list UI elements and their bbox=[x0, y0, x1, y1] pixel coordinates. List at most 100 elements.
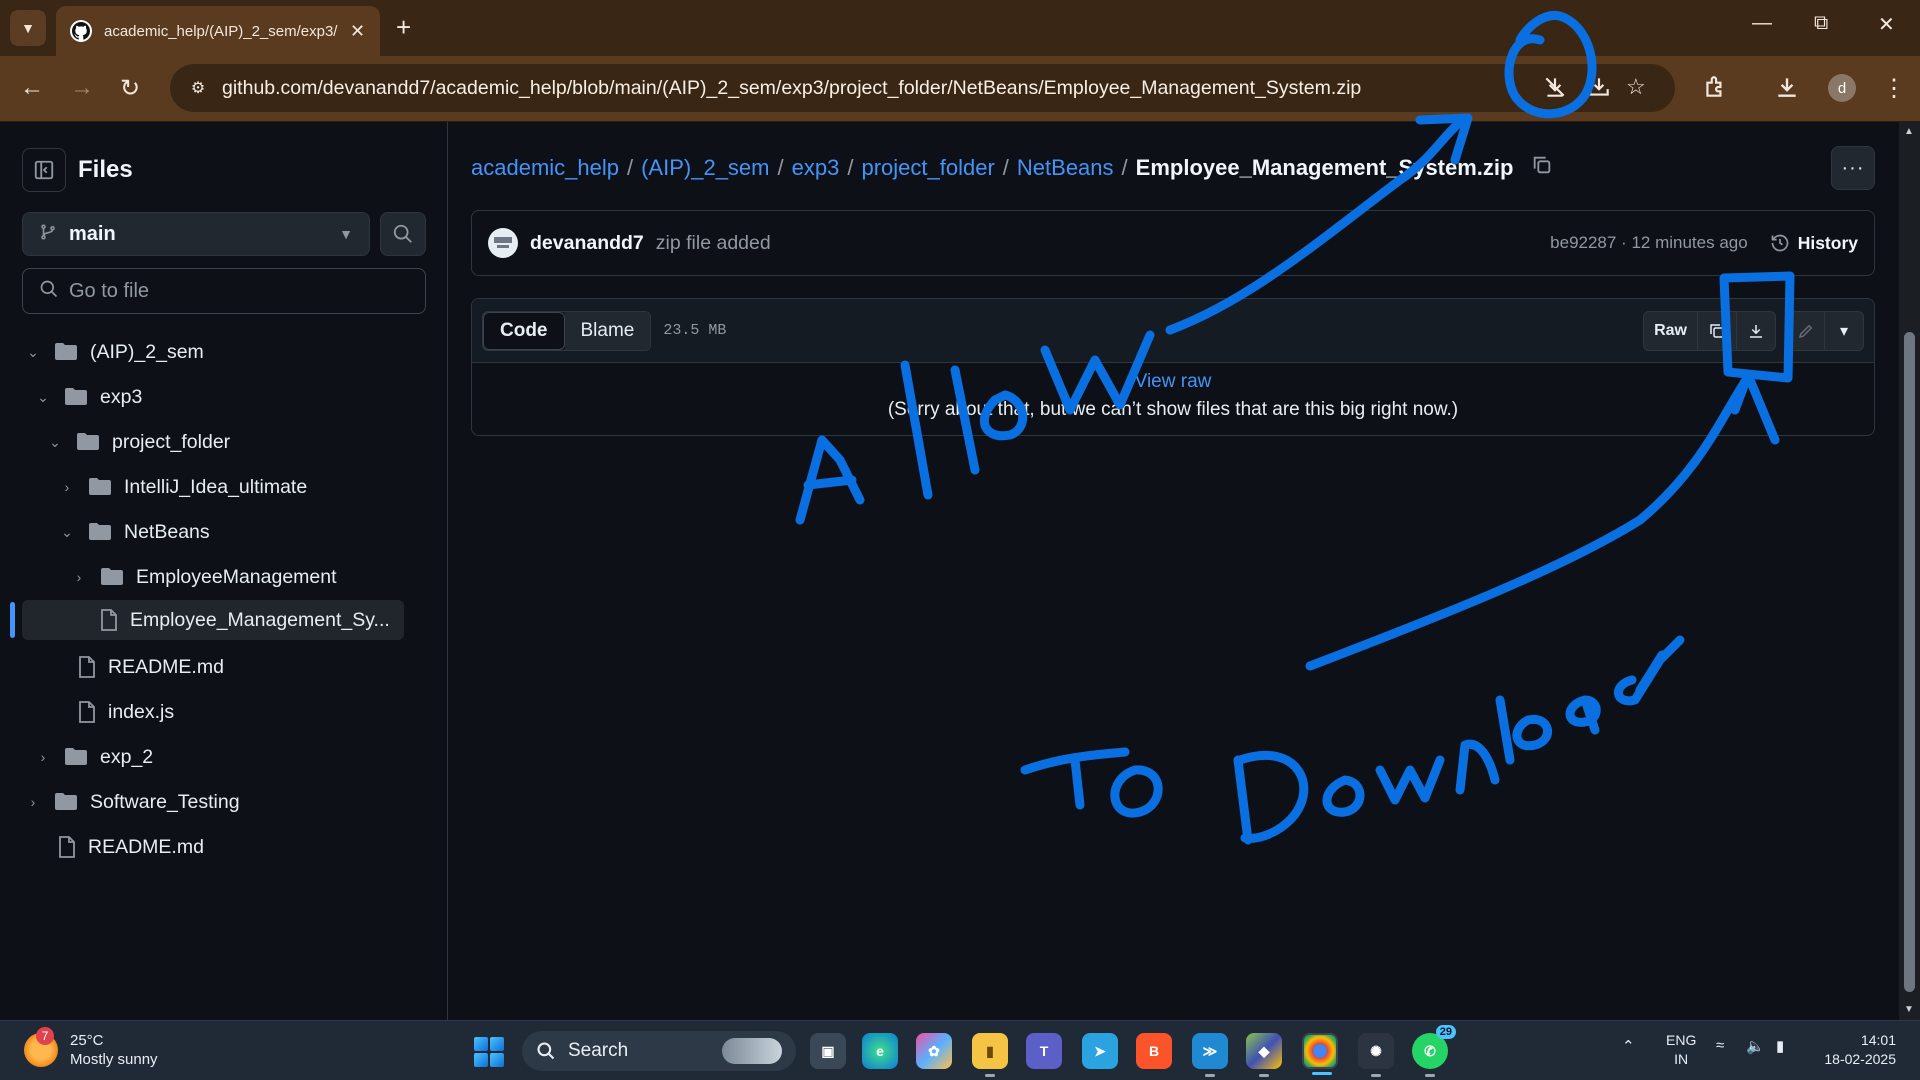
extensions-icon[interactable] bbox=[1702, 74, 1728, 107]
download-raw-icon[interactable] bbox=[1737, 312, 1775, 350]
tree-file-root-readme[interactable]: README.md bbox=[44, 827, 424, 867]
install-app-icon[interactable] bbox=[1586, 74, 1612, 106]
new-tab-button[interactable]: + bbox=[396, 12, 411, 43]
file-size: 23.5 MB bbox=[663, 322, 727, 339]
scroll-up-arrow[interactable]: ▲ bbox=[1904, 126, 1914, 137]
restore-button[interactable]: ⧉ bbox=[1814, 12, 1828, 35]
copilot-icon[interactable]: ✿ bbox=[916, 1033, 952, 1069]
avatar[interactable] bbox=[488, 228, 518, 258]
tab-search-button[interactable]: ▼ bbox=[10, 10, 46, 46]
breadcrumb-current-file: Employee_Management_System.zip bbox=[1135, 155, 1514, 180]
edge-browser-icon[interactable]: e bbox=[862, 1033, 898, 1069]
bookmark-star-icon[interactable]: ☆ bbox=[1626, 74, 1646, 100]
tree-folder-aip-2-sem[interactable]: ⌄ (AIP)_2_sem bbox=[24, 332, 424, 372]
file-view: academic_help / (AIP)_2_sem / exp3/ projec… bbox=[449, 122, 1899, 1020]
view-raw-link[interactable]: View raw bbox=[472, 371, 1874, 393]
breadcrumb-link-project-folder[interactable]: project_folder bbox=[861, 155, 994, 181]
taskbar-search[interactable]: Search bbox=[522, 1031, 796, 1071]
file-actions: Raw ▾ bbox=[1643, 311, 1864, 351]
tree-folder-employeemanagement[interactable]: › EmployeeManagement bbox=[70, 557, 424, 597]
tree-folder-exp2[interactable]: › exp_2 bbox=[34, 737, 424, 777]
chevron-down-icon: ⌄ bbox=[37, 388, 49, 405]
go-to-file-field[interactable] bbox=[22, 268, 426, 314]
weather-desc: Mostly sunny bbox=[70, 1051, 158, 1068]
file-icon bbox=[78, 656, 96, 678]
history-button[interactable]: History bbox=[1770, 233, 1858, 254]
clock-time: 14:01 bbox=[1860, 1032, 1896, 1048]
more-options-button[interactable]: ··· bbox=[1831, 146, 1875, 190]
copy-path-icon[interactable] bbox=[1531, 154, 1553, 182]
downloads-icon[interactable] bbox=[1774, 74, 1800, 107]
tree-folder-software-testing[interactable]: › Software_Testing bbox=[24, 782, 424, 822]
volume-icon[interactable]: 🔈 bbox=[1746, 1037, 1765, 1055]
breadcrumb-link-repo[interactable]: academic_help bbox=[471, 155, 619, 181]
latest-commit-bar: devanandd7 zip file added be92287 · 12 m… bbox=[471, 210, 1875, 276]
show-hidden-icons-chevron-icon[interactable]: ⌃ bbox=[1622, 1037, 1635, 1055]
commit-author[interactable]: devanandd7 bbox=[530, 232, 644, 255]
tree-label: README.md bbox=[108, 655, 224, 678]
browser-toolbar: ← → ↻ ⚙ github.com/devanandd7/academic_h… bbox=[0, 56, 1920, 122]
task-view-icon[interactable]: ▣ bbox=[810, 1033, 846, 1069]
weather-widget[interactable]: 7 25°C Mostly sunny bbox=[24, 1027, 158, 1069]
breadcrumb-link-aip[interactable]: (AIP)_2_sem bbox=[641, 155, 769, 181]
vscode-icon[interactable]: ≫ bbox=[1192, 1033, 1228, 1077]
language-indicator[interactable]: ENG IN bbox=[1666, 1031, 1696, 1069]
tree-label: exp3 bbox=[100, 385, 143, 408]
system-clock[interactable]: 14:01 18-02-2025 bbox=[1816, 1031, 1896, 1069]
back-button[interactable]: ← bbox=[20, 74, 44, 102]
breadcrumb-link-netbeans[interactable]: NetBeans bbox=[1017, 155, 1114, 181]
close-window-button[interactable]: ✕ bbox=[1878, 12, 1895, 37]
screen: ▼ academic_help/(AIP)_2_sem/exp3/ ✕ + — … bbox=[0, 0, 1920, 1080]
file-explorer-icon[interactable]: ▮ bbox=[972, 1033, 1008, 1077]
chatgpt-icon[interactable]: ✺ bbox=[1358, 1033, 1394, 1077]
teams-icon[interactable]: T bbox=[1026, 1033, 1062, 1069]
go-to-file-input[interactable] bbox=[69, 279, 409, 303]
scroll-down-arrow[interactable]: ▼ bbox=[1904, 1004, 1914, 1015]
browser-tab[interactable]: academic_help/(AIP)_2_sem/exp3/ ✕ bbox=[56, 6, 380, 56]
brave-browser-icon[interactable]: B bbox=[1136, 1033, 1172, 1069]
tab-close-icon[interactable]: ✕ bbox=[350, 21, 365, 42]
battery-icon[interactable]: ▮ bbox=[1776, 1037, 1784, 1055]
commit-hash-time[interactable]: be92287 · 12 minutes ago bbox=[1550, 233, 1748, 253]
download-blocked-icon[interactable] bbox=[1542, 74, 1568, 106]
windows-start-icon[interactable] bbox=[474, 1037, 504, 1067]
raw-button[interactable]: Raw bbox=[1644, 312, 1698, 350]
tree-folder-exp3[interactable]: ⌄ exp3 bbox=[34, 377, 424, 417]
tree-file-indexjs[interactable]: index.js bbox=[64, 692, 424, 732]
chrome-icon[interactable] bbox=[1302, 1033, 1338, 1075]
tree-label: Employee_Management_Sy... bbox=[130, 608, 390, 631]
breadcrumb: academic_help / (AIP)_2_sem / exp3/ projec… bbox=[471, 154, 1553, 182]
forward-button[interactable]: → bbox=[70, 74, 94, 102]
tree-folder-project-folder[interactable]: ⌄ project_folder bbox=[46, 422, 424, 462]
branch-selector[interactable]: main ▼ bbox=[22, 212, 370, 256]
breadcrumb-link-exp3[interactable]: exp3 bbox=[792, 155, 840, 181]
search-files-button[interactable] bbox=[380, 212, 426, 256]
app-cube-icon[interactable]: ◆ bbox=[1246, 1033, 1282, 1077]
tree-file-employee-zip[interactable]: Employee_Management_Sy... bbox=[22, 600, 404, 640]
commit-message[interactable]: zip file added bbox=[656, 232, 771, 255]
copy-raw-icon[interactable] bbox=[1698, 312, 1737, 350]
code-tab[interactable]: Code bbox=[483, 311, 565, 350]
blame-tab[interactable]: Blame bbox=[564, 311, 651, 350]
scroll-thumb[interactable] bbox=[1904, 332, 1915, 992]
edit-pencil-icon[interactable] bbox=[1787, 312, 1825, 350]
minimize-button[interactable]: — bbox=[1752, 12, 1772, 35]
folder-icon bbox=[64, 747, 88, 767]
browser-tab-bar: ▼ academic_help/(AIP)_2_sem/exp3/ ✕ + — … bbox=[0, 0, 1920, 56]
search-icon bbox=[39, 279, 59, 304]
menu-kebab-icon[interactable]: ⋮ bbox=[1882, 74, 1906, 103]
reload-button[interactable]: ↻ bbox=[120, 74, 140, 103]
wifi-icon[interactable]: ≈ bbox=[1716, 1037, 1724, 1054]
file-content-box: Code Blame 23.5 MB Raw ▾ View raw (Sorry… bbox=[471, 298, 1875, 436]
tree-folder-intellij[interactable]: › IntelliJ_Idea_ultimate bbox=[58, 467, 424, 507]
profile-avatar[interactable]: d bbox=[1828, 74, 1856, 102]
collapse-panel-button[interactable] bbox=[22, 148, 66, 192]
site-info-icon[interactable]: ⚙ bbox=[184, 74, 212, 102]
whatsapp-icon[interactable]: ✆ 29 bbox=[1412, 1025, 1456, 1077]
tree-file-readme[interactable]: README.md bbox=[64, 647, 424, 687]
telegram-icon[interactable]: ➤ bbox=[1082, 1033, 1118, 1069]
tree-folder-netbeans[interactable]: ⌄ NetBeans bbox=[58, 512, 424, 552]
edit-dropdown-icon[interactable]: ▾ bbox=[1825, 312, 1863, 350]
address-bar[interactable]: ⚙ github.com/devanandd7/academic_help/bl… bbox=[170, 64, 1675, 112]
page-scrollbar[interactable]: ▲ ▼ bbox=[1899, 122, 1920, 1020]
